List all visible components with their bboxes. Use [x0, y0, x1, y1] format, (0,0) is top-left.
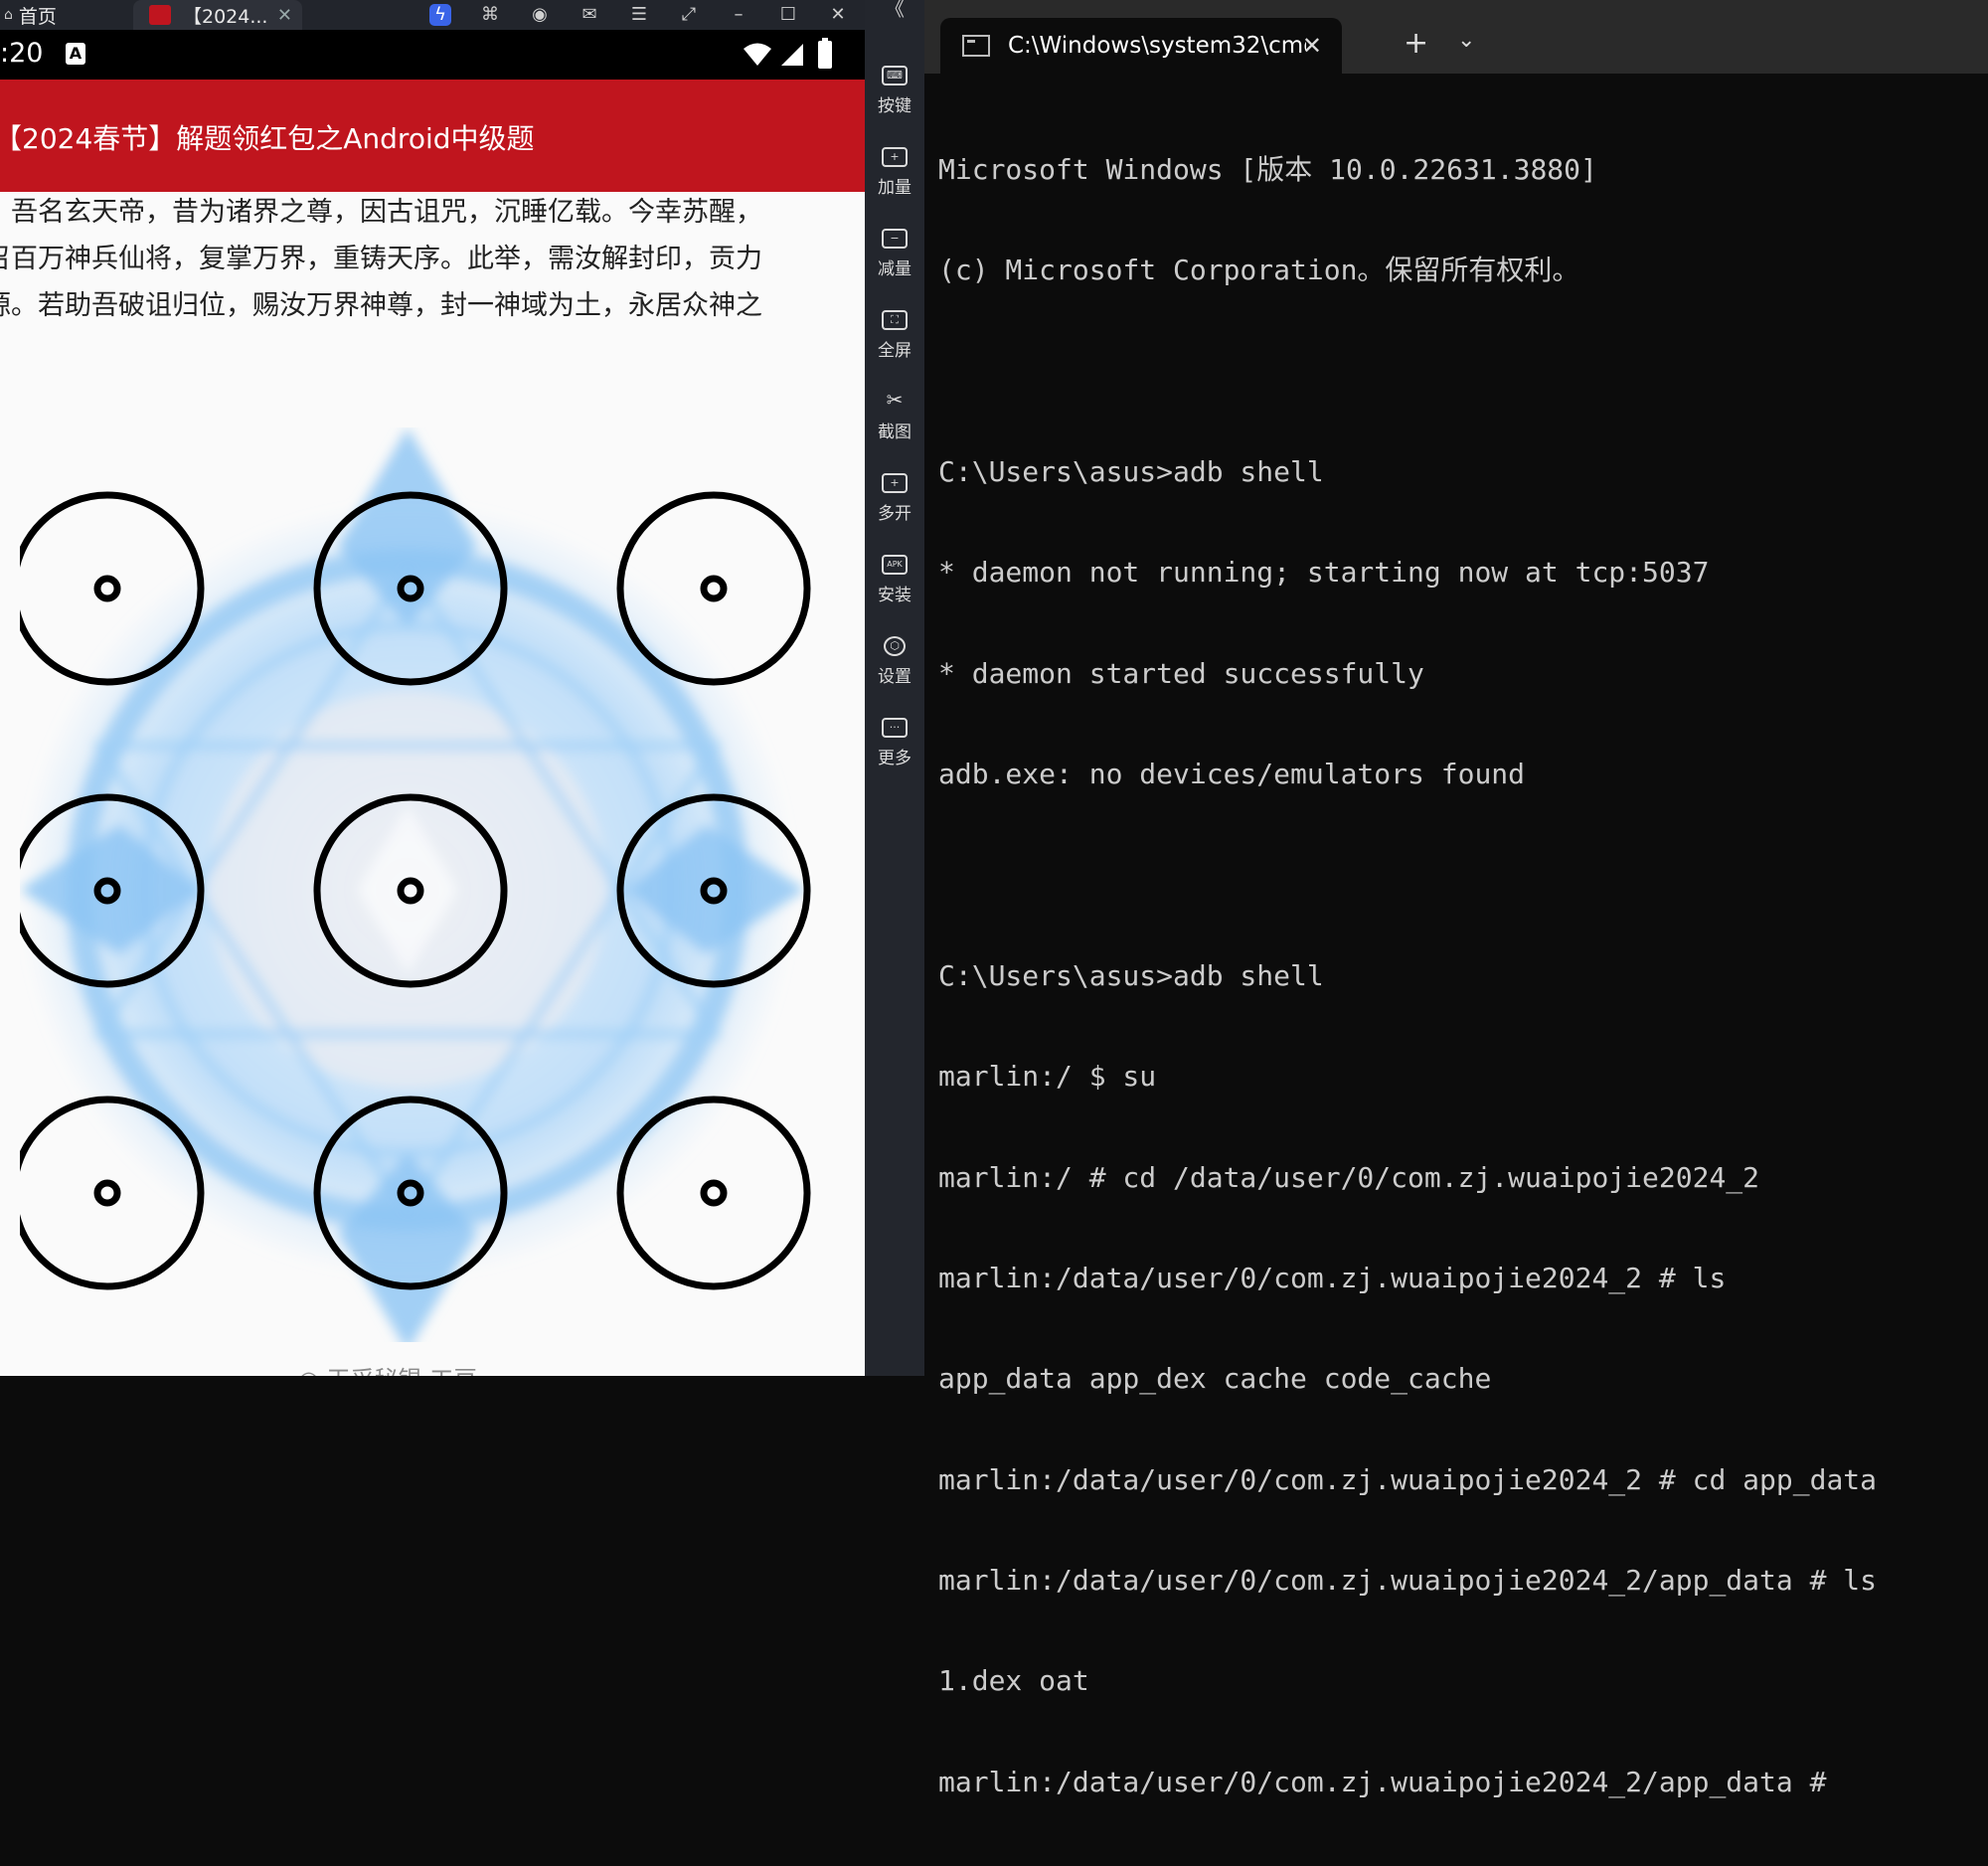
volume-up-icon: +	[882, 147, 908, 167]
notification-a-icon: A	[66, 43, 85, 65]
scissors-icon: ✂	[886, 388, 904, 412]
tab-home-label: 首页	[18, 5, 57, 28]
phone-screen: :20 A 【2024春节】解题领红包之Android中级题 ，吾名玄天帝，昔为…	[0, 30, 865, 1376]
emulator-window: ⌂ 首页 【2024... ✕ ϟ ⌘ ◉ ✉ ☰ ⤢ – ☐ ✕ :20 A …	[0, 0, 865, 1376]
sidebar-item-label: 更多	[878, 749, 911, 768]
more-icon: ···	[882, 718, 908, 738]
terminal-line: marlin:/data/user/0/com.zj.wuaipojie2024…	[938, 1564, 1878, 1598]
sidebar-item-label: 加量	[878, 178, 911, 198]
sidebar-item-keys[interactable]: ⌨ 按键	[865, 48, 924, 129]
sidebar-item-label: 按键	[878, 96, 911, 116]
terminal-tab-close-icon[interactable]: ✕	[1302, 32, 1322, 60]
terminal-line: marlin:/data/user/0/com.zj.wuaipojie2024…	[938, 1765, 1827, 1798]
sidebar-item-volume-up[interactable]: + 加量	[865, 129, 924, 211]
terminal-line: C:\Users\asus>adb shell	[938, 454, 1324, 488]
app-title: 【2024春节】解题领红包之Android中级题	[0, 122, 535, 155]
terminal-line: app_data app_dex cache code_cache	[938, 1362, 1492, 1396]
user-icon[interactable]: ◉	[529, 4, 551, 26]
sidebar-item-label: 减量	[878, 259, 911, 279]
status-time: :20	[0, 38, 44, 69]
mail-icon[interactable]: ✉	[579, 4, 600, 26]
sidebar-item-install[interactable]: APK 安装	[865, 537, 924, 618]
terminal-output[interactable]: Microsoft Windows [版本 10.0.22631.3880] (…	[938, 85, 1877, 1866]
new-tab-button[interactable]: +	[1404, 26, 1428, 61]
status-bar: :20 A	[0, 30, 865, 80]
terminal-line: Microsoft Windows [版本 10.0.22631.3880]	[938, 152, 1597, 186]
story-line: 源。若助吾破诅归位，赐汝万界神尊，封一神域为土，永居众神之	[0, 290, 762, 321]
tab-dropdown-icon[interactable]: ⌄	[1457, 28, 1475, 53]
bottom-hint-text: ○ 天采秘锟 工豆	[298, 1360, 477, 1376]
wifi-icon	[744, 43, 771, 66]
terminal-tab-title: C:\Windows\system32\cmd.e:	[1008, 33, 1306, 59]
sidebar-item-label: 设置	[878, 667, 911, 687]
pattern-lock[interactable]	[20, 427, 815, 1342]
app-favicon-icon	[149, 5, 171, 25]
terminal-window: C:\Windows\system32\cmd.e: ✕ + ⌄ Microso…	[924, 0, 1988, 1798]
sidebar-item-label: 安装	[878, 586, 911, 605]
terminal-line: (c) Microsoft Corporation。保留所有权利。	[938, 253, 1580, 286]
emulator-tab-bar: ⌂ 首页 【2024... ✕ ϟ ⌘ ◉ ✉ ☰ ⤢ – ☐ ✕	[0, 0, 865, 30]
terminal-line: * daemon not running; starting now at tc…	[938, 556, 1710, 590]
sidebar-item-fullscreen[interactable]: ⛶ 全屏	[865, 292, 924, 374]
signal-icon	[781, 44, 803, 66]
terminal-line: * daemon started successfully	[938, 656, 1424, 690]
sidebar-item-screenshot[interactable]: ✂ 截图	[865, 374, 924, 455]
terminal-line: C:\Users\asus>adb shell	[938, 958, 1324, 992]
sidebar-item-multi-open[interactable]: + 多开	[865, 455, 924, 537]
settings-icon: ⬡	[884, 636, 906, 656]
story-line: ，吾名玄天帝，昔为诸界之尊，因古诅咒，沉睡亿载。今幸苏醒，	[0, 197, 762, 228]
terminal-line: marlin:/ # cd /data/user/0/com.zj.wuaipo…	[938, 1160, 1760, 1194]
emulator-sidebar: 《 ⌨ 按键 + 加量 − 减量 ⛶ 全屏 ✂ 截图 + 多开 APK 安装 ⬡…	[865, 0, 924, 1376]
menu-icon[interactable]: ☰	[628, 4, 650, 26]
app-bar: 【2024春节】解题领红包之Android中级题	[0, 80, 865, 192]
tab-home[interactable]: ⌂ 首页	[0, 0, 133, 30]
home-icon: ⌂	[4, 7, 13, 23]
terminal-line: adb.exe: no devices/emulators found	[938, 757, 1526, 790]
terminal-line: marlin:/data/user/0/com.zj.wuaipojie2024…	[938, 1462, 1878, 1496]
sidebar-item-label: 截图	[878, 423, 911, 442]
terminal-line: 1.dex oat	[938, 1664, 1089, 1698]
apk-icon: APK	[882, 555, 908, 575]
tab-app-label: 【2024...	[183, 5, 268, 28]
sidebar-item-label: 全屏	[878, 341, 911, 361]
story-line: 召百万神兵仙将，复掌万界，重铸天序。此举，需汝解封印，贡力	[0, 244, 762, 274]
battery-icon	[818, 38, 832, 69]
story-paragraph: ，吾名玄天帝，昔为诸界之尊，因古诅咒，沉睡亿载。今幸苏醒， 召百万神兵仙将，复掌…	[0, 189, 865, 329]
terminal-line: marlin:/data/user/0/com.zj.wuaipojie2024…	[938, 1261, 1727, 1294]
terminal-tab[interactable]: C:\Windows\system32\cmd.e: ✕	[940, 18, 1342, 74]
sidebar-item-settings[interactable]: ⬡ 设置	[865, 618, 924, 700]
fullscreen-icon: ⛶	[882, 310, 908, 330]
sidebar-item-label: 多开	[878, 504, 911, 524]
collapse-sidebar-icon[interactable]: 《	[865, 0, 924, 20]
sidebar-item-more[interactable]: ··· 更多	[865, 700, 924, 781]
terminal-line: marlin:/ $ su	[938, 1060, 1157, 1094]
multi-open-icon: +	[882, 473, 908, 493]
tab-close-icon[interactable]: ✕	[277, 5, 292, 26]
minimize-icon[interactable]: –	[728, 4, 749, 26]
expand-icon[interactable]: ⤢	[678, 4, 700, 26]
volume-down-icon: −	[882, 229, 908, 249]
gamepad-icon[interactable]: ⌘	[479, 4, 501, 26]
tab-app[interactable]: 【2024... ✕	[133, 0, 302, 30]
terminal-tab-bar: C:\Windows\system32\cmd.e: ✕ + ⌄	[924, 0, 1988, 74]
keyboard-icon: ⌨	[882, 66, 908, 85]
maximize-icon[interactable]: ☐	[777, 4, 799, 26]
sidebar-item-volume-down[interactable]: − 减量	[865, 211, 924, 292]
lightning-icon[interactable]: ϟ	[429, 4, 451, 26]
cmd-icon	[962, 35, 990, 57]
close-icon[interactable]: ✕	[827, 4, 849, 26]
